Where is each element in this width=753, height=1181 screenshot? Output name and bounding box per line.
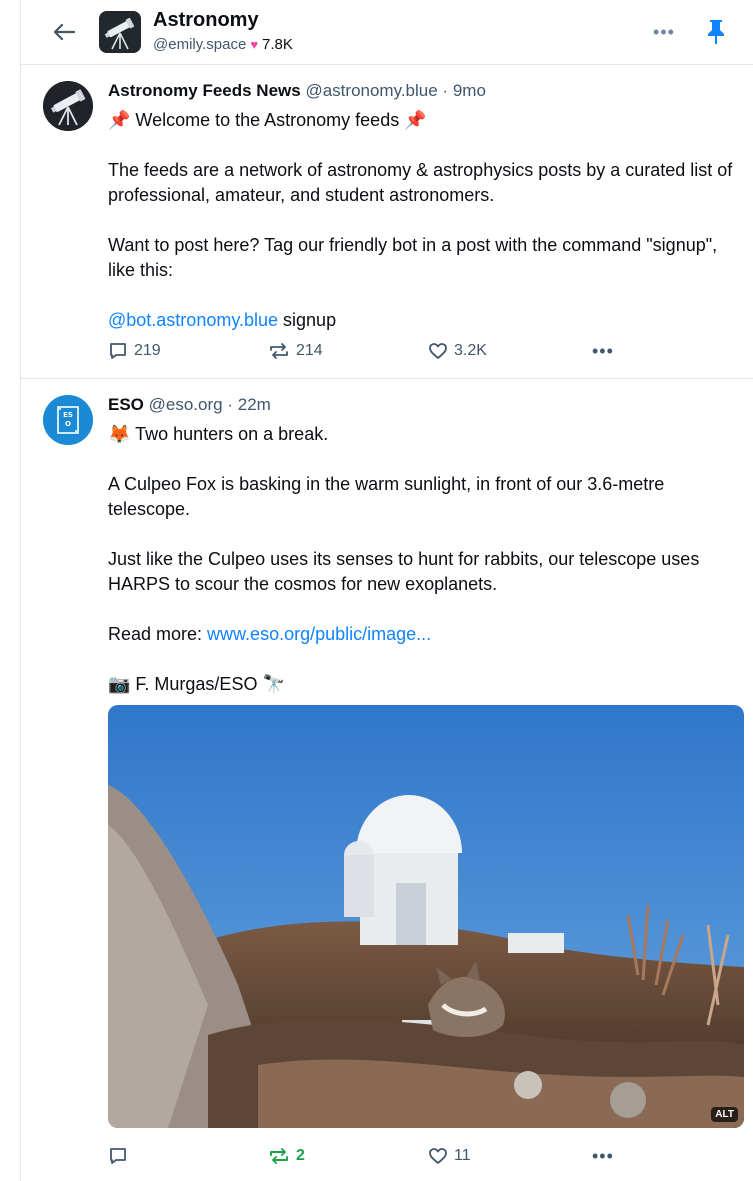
repost-button[interactable]: 214 [268,338,323,364]
avatar[interactable] [43,81,93,131]
ellipsis-icon: ••• [653,21,675,42]
author-name[interactable]: Astronomy Feeds News [108,81,301,100]
readmore-link[interactable]: www.eso.org/public/image... [207,624,431,644]
post-actions: 219 214 3.2K ••• [108,338,668,364]
repost-count: 2 [296,1147,305,1164]
post-text-line: 🦊 Two hunters on a break. [108,424,329,444]
reply-button[interactable] [108,1143,134,1169]
post-header: Astronomy Feeds News @astronomy.blue · 9… [108,81,486,101]
post-text: 🦊 Two hunters on a break. A Culpeo Fox i… [108,422,748,697]
arrow-left-icon [53,23,75,41]
eso-logo-icon: ES O [43,395,93,445]
like-count: 3.2K [454,342,487,359]
author-handle[interactable]: @astronomy.blue [305,81,437,100]
post-header: ESO @eso.org · 22m [108,395,271,415]
more-options-button[interactable]: ••• [649,20,679,44]
like-button[interactable]: 11 [428,1143,471,1169]
repost-icon [270,1148,288,1164]
post-text-line: 📷 F. Murgas/ESO 🔭 [108,674,285,694]
post-actions: 2 11 ••• [108,1143,668,1169]
alt-text-badge[interactable]: ALT [711,1107,738,1122]
post-text-line: Just like the Culpeo uses its senses to … [108,549,700,594]
reply-icon [110,1148,126,1164]
feed-title: Astronomy [153,9,259,31]
like-count: 11 [454,1147,471,1164]
svg-text:ES: ES [63,411,73,419]
back-button[interactable] [49,17,79,47]
post[interactable]: Astronomy Feeds News @astronomy.blue · 9… [21,65,753,379]
repost-count: 214 [296,342,323,359]
repost-button[interactable]: 2 [268,1143,305,1169]
feed-header: Astronomy @emily.space ♥ 7.8K ••• [21,0,753,65]
post-text-line: 📌 Welcome to the Astronomy feeds 📌 [108,110,427,130]
mention-link[interactable]: @bot.astronomy.blue [108,310,278,330]
feed-page: Astronomy @emily.space ♥ 7.8K ••• Astron… [0,0,753,1181]
post-text-line: @bot.astronomy.blue signup [108,308,748,333]
feed-byline: @emily.space ♥ 7.8K [153,36,293,53]
mention-suffix: signup [278,310,337,330]
post-text-line: Want to post here? Tag our friendly bot … [108,235,718,280]
post-time[interactable]: 22m [238,395,271,414]
avatar[interactable]: ES O [43,395,93,445]
author-name[interactable]: ESO [108,395,144,414]
svg-text:O: O [65,420,71,428]
post[interactable]: ES O ESO @eso.org · 22m 🦊 Two hunters on… [21,379,753,1181]
heart-icon: ♥ [250,37,259,52]
pin-icon [708,20,724,44]
reply-icon [110,343,126,359]
telescope-icon [99,11,141,53]
author-handle[interactable]: @eso.org [149,395,223,414]
feed-like-count: 7.8K [262,36,293,53]
ellipsis-icon: ••• [592,1145,614,1166]
like-button[interactable]: 3.2K [428,338,487,364]
observatory-fox-photo [108,705,744,1128]
reply-count: 219 [134,342,161,359]
pin-feed-button[interactable] [701,16,731,48]
feed-avatar[interactable] [99,11,141,53]
post-more-button[interactable]: ••• [592,338,614,364]
post-text-line: A Culpeo Fox is basking in the warm sunl… [108,474,665,519]
reply-button[interactable]: 219 [108,338,161,364]
creator-handle[interactable]: @emily.space [153,36,246,53]
heart-outline-icon [429,1148,447,1164]
telescope-avatar-icon [43,81,93,131]
ellipsis-icon: ••• [592,340,614,361]
post-text-line: Read more: www.eso.org/public/image... [108,622,748,647]
post-text-line: The feeds are a network of astronomy & a… [108,160,733,205]
readmore-label: Read more: [108,624,208,644]
separator-dot: · [227,395,234,414]
separator-dot: · [442,81,449,100]
post-more-button[interactable]: ••• [592,1143,614,1169]
post-text: 📌 Welcome to the Astronomy feeds 📌 The f… [108,108,748,333]
repost-icon [270,343,288,359]
heart-outline-icon [429,343,447,359]
post-time[interactable]: 9mo [453,81,486,100]
post-image[interactable]: ALT [108,705,744,1128]
